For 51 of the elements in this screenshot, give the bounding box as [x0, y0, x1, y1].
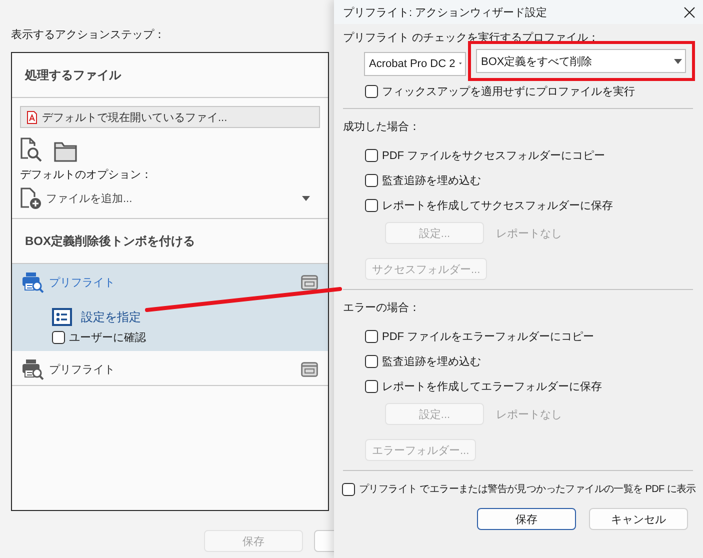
step-row[interactable]: プリフライト — [12, 351, 328, 386]
save-button[interactable]: 保存 — [477, 508, 576, 530]
section-heading: 成功した場合： — [343, 120, 421, 134]
document-search-icon[interactable] — [20, 137, 44, 162]
close-button[interactable] — [682, 4, 697, 20]
file-source-field[interactable]: デフォルトで現在開いているファイ... — [20, 106, 320, 128]
dialog-options-icon[interactable] — [301, 274, 318, 290]
report-status: レポートなし — [496, 408, 562, 422]
printer-search-icon — [22, 358, 45, 380]
cancel-button[interactable]: キャンセル — [589, 508, 688, 530]
dialog-options-icon[interactable] — [301, 362, 318, 376]
checkbox[interactable] — [365, 199, 378, 212]
checkbox-label[interactable]: プリフライト でエラーまたは警告が見つかったファイルの一覧を PDF に表示 — [359, 482, 696, 496]
report-status: レポートなし — [496, 226, 562, 240]
step-label: プリフライト — [49, 362, 115, 376]
checkbox-label[interactable]: フィックスアップを適用せずにプロファイルを実行 — [382, 84, 635, 99]
add-file-icon — [20, 187, 42, 210]
checkbox[interactable] — [365, 330, 378, 343]
checkbox[interactable] — [365, 174, 378, 187]
checkbox-label[interactable]: レポートを作成してサクセスフォルダーに保存 — [382, 198, 613, 213]
group-heading: 処理するファイル — [25, 66, 121, 84]
list-settings-icon[interactable] — [52, 308, 72, 326]
version-dropdown[interactable]: Acrobat Pro DC 2 — [364, 52, 466, 76]
caret-icon — [302, 196, 310, 201]
checkbox[interactable] — [365, 355, 378, 368]
folder-icon[interactable] — [54, 142, 77, 162]
printer-search-icon — [22, 272, 45, 292]
checkbox-label[interactable]: PDF ファイルをエラーフォルダーにコピー — [382, 329, 594, 344]
checkbox-label[interactable]: PDF ファイルをサクセスフォルダーにコピー — [382, 148, 606, 163]
dialog-title: プリフライト: アクションウィザード設定 — [343, 6, 548, 20]
checkbox-label[interactable]: 監査追跡を埋め込む — [382, 173, 481, 188]
checkbox[interactable] — [365, 85, 378, 98]
options-label: デフォルトのオプション： — [20, 168, 153, 182]
checkbox-label[interactable]: ユーザーに確認 — [69, 330, 146, 345]
group-heading: BOX定義削除後トンボを付ける — [25, 232, 196, 250]
step-row[interactable]: プリフライト 設定を指定 ユーザーに確認 — [12, 264, 328, 351]
section-heading: エラーの場合： — [343, 301, 421, 315]
checkbox[interactable] — [365, 149, 378, 162]
add-file-dropdown[interactable]: ファイルを追加... — [20, 185, 320, 212]
settings-link[interactable]: 設定を指定 — [81, 308, 141, 326]
profile-dropdown[interactable]: BOX定義をすべて削除 — [476, 49, 686, 73]
close-icon — [684, 6, 695, 18]
checkbox[interactable] — [365, 380, 378, 393]
checkbox[interactable] — [342, 482, 355, 496]
checkbox-label[interactable]: レポートを作成してエラーフォルダーに保存 — [382, 379, 602, 394]
checkbox[interactable] — [52, 331, 65, 344]
caret-icon — [674, 58, 682, 64]
step-label: プリフライト — [49, 276, 115, 290]
checkbox-label[interactable]: 監査追跡を埋め込む — [382, 354, 481, 369]
pdf-file-icon — [27, 110, 37, 124]
section-label: 表示するアクションステップ： — [11, 28, 165, 42]
